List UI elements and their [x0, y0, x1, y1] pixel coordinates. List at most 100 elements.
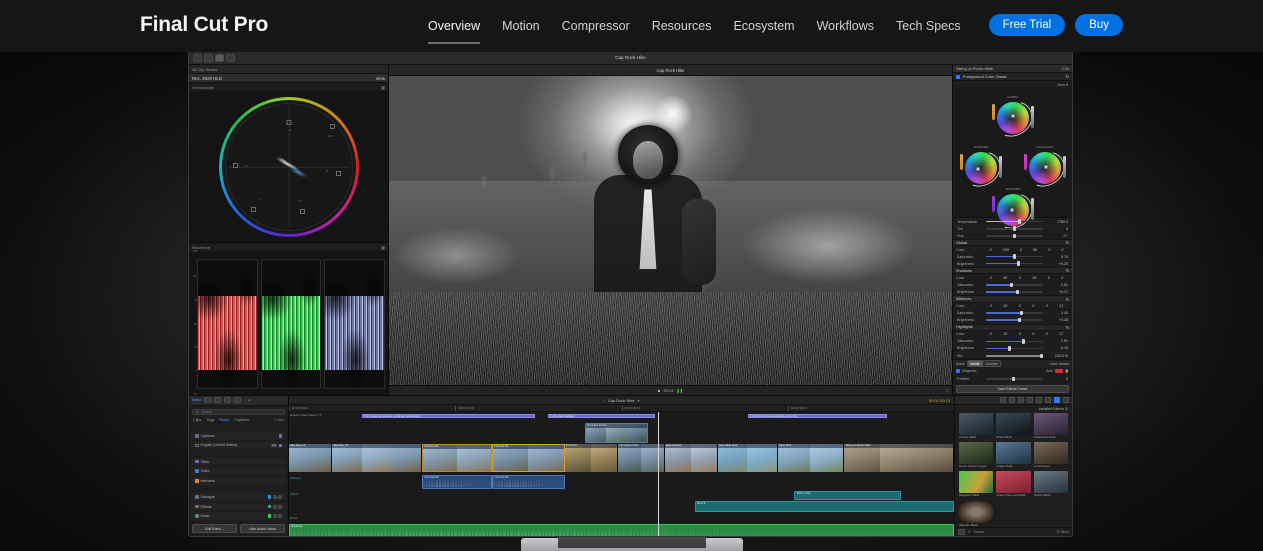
effect-reset-icon[interactable]: ↻: [1066, 74, 1069, 79]
effect-item-graduated-mask[interactable]: Graduated Mask: [1033, 412, 1068, 439]
effect-item-corner-mask[interactable]: Corner Mask: [959, 412, 994, 439]
viewer-play-icon[interactable]: ■: [658, 388, 660, 393]
shadows-color-row[interactable]: Color 0 40 0 33 0 0: [953, 274, 1072, 281]
color-wheel-global-puck[interactable]: [1011, 114, 1015, 118]
effect-item-luma-keyer[interactable]: Luma Keyer: [1033, 441, 1068, 468]
clip-b-roll-04[interactable]: B-Roll 04: [564, 444, 619, 472]
clip-jane-wide-shot[interactable]: Jane Wide Shot: [717, 444, 778, 472]
role-row-video[interactable]: Video: [191, 467, 286, 475]
transitions-icon[interactable]: [1045, 396, 1051, 403]
tint-row[interactable]: Tint 0: [953, 224, 1072, 232]
color-wheel-shadows-brightness-slider[interactable]: [960, 154, 963, 170]
magnetic-mask-lock-icon[interactable]: 🔒: [1065, 369, 1069, 373]
role-dialogue-checkbox[interactable]: [195, 495, 199, 499]
retime-icon[interactable]: [1000, 396, 1006, 403]
audio-enhance-icon[interactable]: [1027, 396, 1033, 403]
feather-slider[interactable]: [986, 376, 1043, 382]
timeline-body[interactable]: English (United States) (TT) The minute …: [289, 412, 954, 536]
effect-item-scene-removal-mask[interactable]: Scene Removal Mask: [996, 471, 1031, 497]
trim-tool-icon[interactable]: [226, 53, 235, 62]
midtones-brightness-slider[interactable]: [986, 317, 1043, 323]
effect-item-magnetic-mask[interactable]: Magnetic Mask: [959, 471, 994, 497]
nav-link-workflows[interactable]: Workflows: [817, 0, 896, 52]
shadows-brightness-row[interactable]: Brightness +0.17: [953, 288, 1072, 295]
caption-clip-3[interactable]: A lot of the rocks have actually got so …: [747, 413, 888, 418]
param-group-global[interactable]: Global ↻: [953, 238, 1072, 247]
audio-meters-icon[interactable]: [234, 397, 242, 404]
waveform-settings-icon[interactable]: ▦: [381, 245, 385, 250]
role-captions-checkbox[interactable]: [195, 434, 199, 438]
role-row-music[interactable]: Music: [191, 512, 286, 521]
timeline-menu-icon[interactable]: ▾: [638, 398, 640, 403]
color-wheel-midtones-brightness-slider[interactable]: [992, 196, 995, 212]
effects-sidebar-toggle-icon[interactable]: [958, 529, 965, 536]
shadows-saturation-row[interactable]: Saturation 0.61: [953, 281, 1072, 288]
titles-icon[interactable]: [1036, 396, 1042, 403]
role-english-checkbox[interactable]: [195, 443, 199, 448]
effect-item-shape-mask[interactable]: Shape Mask: [1033, 471, 1068, 497]
save-effects-preset-button[interactable]: Save Effects Preset: [956, 385, 1069, 394]
nav-link-motion[interactable]: Motion: [502, 0, 562, 52]
mask-outside-option[interactable]: Outside: [982, 361, 1001, 367]
clip-skimming-icon[interactable]: [214, 397, 222, 404]
param-group-midtones-reset-icon[interactable]: ↻: [1066, 297, 1069, 302]
clip-hike-day-1-6[interactable]: Hike Day 1-6: [332, 444, 422, 472]
nav-link-resources[interactable]: Resources: [652, 0, 734, 52]
nav-link-tech-specs[interactable]: Tech Specs: [896, 0, 983, 52]
magnetic-mask-checkbox[interactable]: [956, 369, 960, 374]
caption-clip-2[interactable]: by the giant boulders.: [548, 413, 655, 418]
param-group-shadows[interactable]: Shadows ↻: [953, 267, 1072, 275]
snapping-icon[interactable]: [224, 397, 232, 404]
highlights-brightness-row[interactable]: Brightness -0.15: [953, 345, 1072, 352]
audio-clip-interview-08[interactable]: Interview 08: [422, 475, 492, 489]
param-group-highlights-reset-icon[interactable]: ↻: [1066, 325, 1069, 330]
tab-roles[interactable]: Roles: [219, 418, 229, 422]
free-trial-button[interactable]: Free Trial: [988, 14, 1066, 36]
role-row-english[interactable]: English (United States) CC: [191, 441, 286, 450]
color-board-icon[interactable]: [1018, 396, 1024, 403]
connected-clip-sun-flare[interactable]: Sun Flare Profile: [584, 423, 649, 443]
color-wheel-shadows-puck[interactable]: [976, 167, 980, 171]
effect-item-image-mask[interactable]: Image Mask: [996, 441, 1031, 468]
role-row-effects[interactable]: Effects: [191, 502, 286, 511]
color-wheel-global[interactable]: GLOBAL: [987, 95, 1039, 143]
inspector-effect-row[interactable]: Foreground Color Grade ↻: [953, 73, 1072, 81]
role-music-mute-icon[interactable]: [278, 514, 282, 519]
inspector-view-menu[interactable]: View ▾: [953, 81, 1072, 88]
role-row-captions[interactable]: Captions: [191, 431, 286, 440]
shadows-saturation-slider[interactable]: [986, 282, 1043, 288]
timeline-back-icon[interactable]: ‹: [603, 398, 604, 403]
param-group-midtones[interactable]: Midtones ↻: [953, 295, 1072, 303]
role-row-interview[interactable]: Interview: [191, 477, 286, 485]
tint-slider[interactable]: [986, 226, 1043, 231]
clip-trees-shot[interactable]: Trees Shot: [777, 444, 845, 472]
color-wheel-midtones-puck[interactable]: [1010, 208, 1014, 212]
caption-clip-1[interactable]: The minute you step out, you're just mes…: [362, 413, 536, 418]
highlights-color-row[interactable]: Color 0 15 0 6 0 17: [953, 331, 1072, 338]
audio-clip-wind-8[interactable]: Wind 8: [694, 501, 954, 512]
timeline-playhead[interactable]: [658, 412, 659, 536]
media-import-icon[interactable]: [193, 53, 202, 62]
clip-jane-closeup[interactable]: Jane Closeup: [664, 444, 718, 472]
param-group-global-reset-icon[interactable]: ↻: [1066, 240, 1069, 245]
clip-hike-day-1-4[interactable]: Hike Day 1-4: [289, 444, 333, 472]
magnetic-mask-row[interactable]: Magnetic Add 🔒: [953, 367, 1072, 375]
effect-item-draw-mask[interactable]: Draw Mask: [996, 412, 1031, 439]
effect-enable-checkbox[interactable]: [956, 74, 960, 79]
nav-link-overview[interactable]: Overview: [428, 0, 502, 52]
param-group-shadows-reset-icon[interactable]: ↻: [1066, 268, 1069, 273]
global-color-row[interactable]: Color 0 109 0 66 0 0: [953, 246, 1072, 253]
viewer-pause-icon[interactable]: ❚❚: [676, 388, 683, 393]
keyword-icon[interactable]: [204, 53, 213, 62]
hide-audio-lanes-button[interactable]: Hide Audio Lanes: [240, 524, 285, 534]
color-wheel-highlights-saturation-slider[interactable]: [1063, 156, 1066, 178]
mask-inside-outside-toggle[interactable]: Inside Outside: [966, 360, 1002, 368]
clip-sitting-on-rocks-wide[interactable]: Sitting on Rocks Wide: [844, 444, 954, 472]
audio-clip-birds-in-sky[interactable]: Birds in Sky: [794, 491, 901, 500]
tab-tags[interactable]: Tags: [206, 418, 214, 422]
effects-source-menu[interactable]: Installed Effects ⇅: [955, 405, 1072, 413]
color-wheel-shadows[interactable]: SHADOWS: [955, 145, 1007, 193]
hue-slider[interactable]: [986, 233, 1043, 239]
edit-roles-button[interactable]: Edit Roles...: [192, 524, 237, 534]
audio-clip-exploring[interactable]: Exploring: [289, 524, 954, 536]
